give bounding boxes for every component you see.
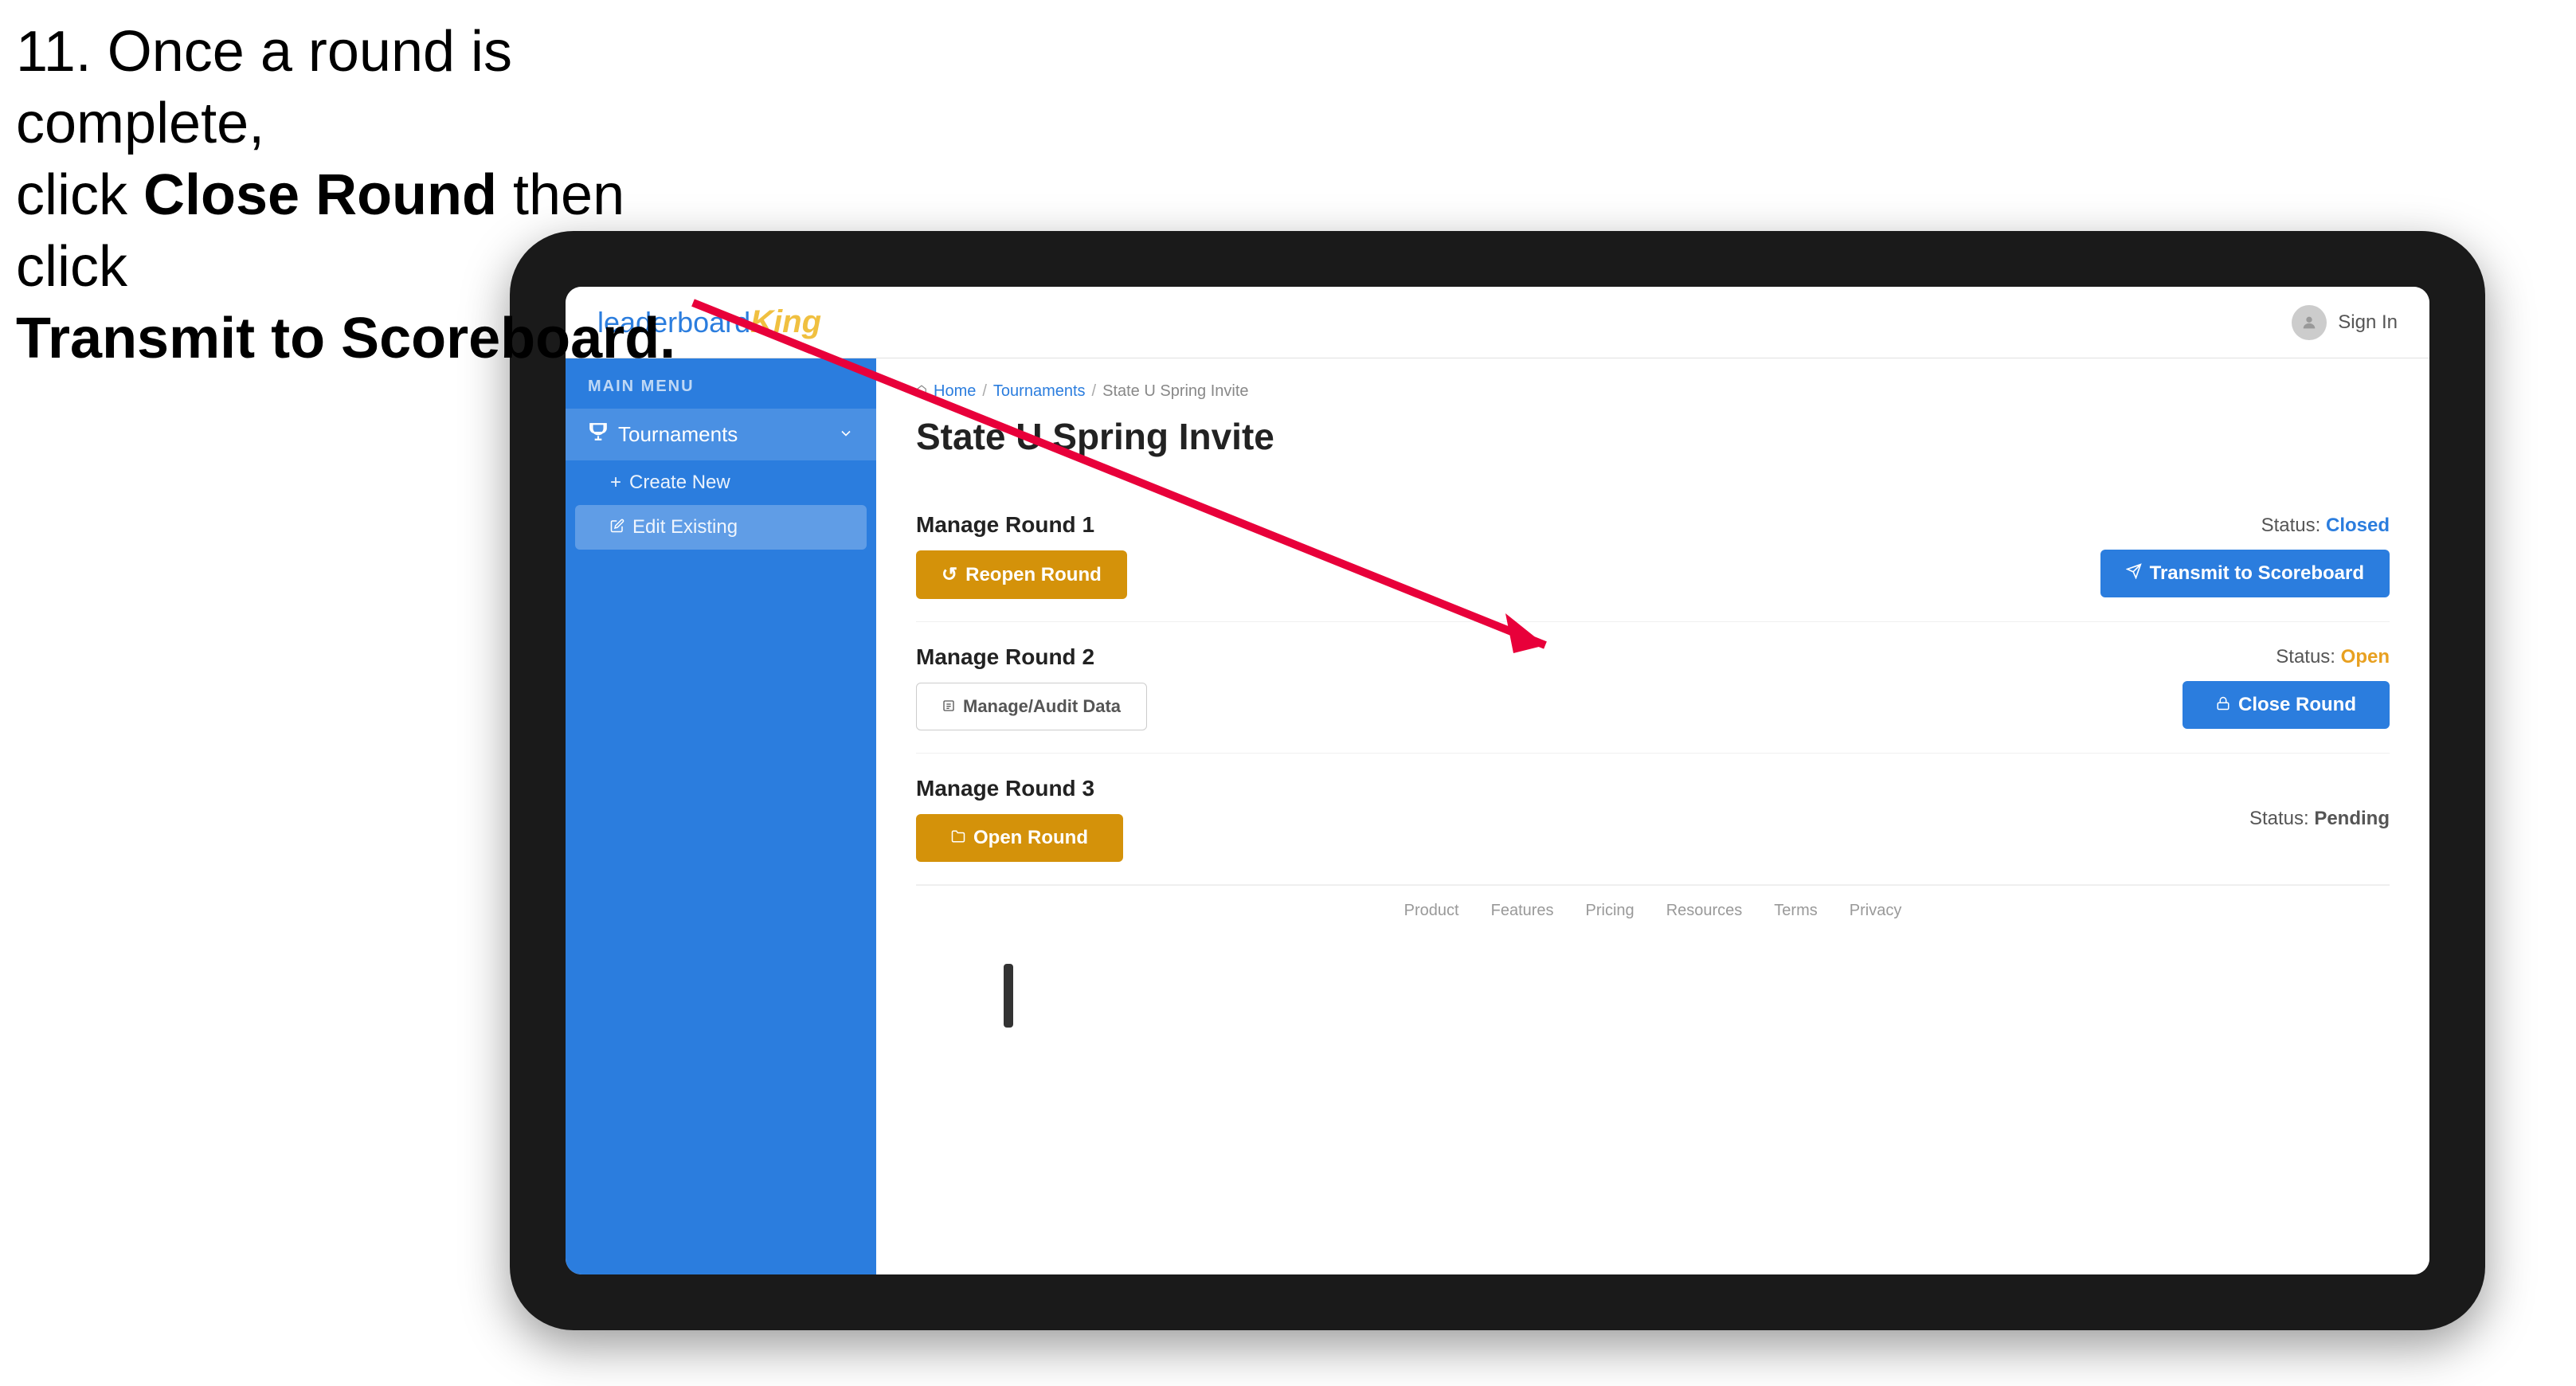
round-1-right: Status: Closed Transmit to Scoreboard — [2100, 515, 2390, 597]
instruction-line2: click — [16, 163, 143, 227]
round-1-status: Status: Closed — [2261, 515, 2390, 537]
footer-features[interactable]: Features — [1491, 902, 1554, 920]
sidebar: MAIN MENU Tournaments — [566, 358, 876, 1274]
sign-in-label[interactable]: Sign In — [2338, 311, 2398, 334]
transmit-icon — [2126, 562, 2142, 585]
round-2-right: Status: Open Close Round — [2183, 646, 2390, 729]
breadcrumb-sep1: / — [982, 382, 987, 401]
manage-audit-label: Manage/Audit Data — [963, 696, 1121, 717]
lock-icon — [2216, 694, 2230, 716]
sidebar-item-left: Tournaments — [588, 421, 738, 448]
sidebar-item-tournaments[interactable]: Tournaments — [566, 409, 876, 460]
footer-terms[interactable]: Terms — [1774, 902, 1817, 920]
instruction-bold2: Transmit to Scoreboard. — [16, 307, 675, 370]
instruction-line1: 11. Once a round is complete, — [16, 20, 512, 155]
sidebar-tournaments-label: Tournaments — [618, 422, 738, 447]
breadcrumb-sep2: / — [1092, 382, 1097, 401]
footer-privacy[interactable]: Privacy — [1850, 902, 1902, 920]
main-content: MAIN MENU Tournaments — [566, 358, 2429, 1274]
tablet-device: leaderboardKing Sign In MAIN MENU — [510, 231, 2485, 1330]
round-3-title: Manage Round 3 — [916, 776, 1123, 801]
page-content: Home / Tournaments / State U Spring Invi… — [876, 358, 2429, 1274]
round-2-title: Manage Round 2 — [916, 644, 1147, 670]
main-menu-label: MAIN MENU — [566, 378, 876, 409]
breadcrumb-tournaments[interactable]: Tournaments — [993, 382, 1086, 401]
round-3-row: Manage Round 3 Open Round St — [916, 754, 2390, 885]
reopen-round-label: Reopen Round — [965, 564, 1102, 586]
tablet-side-button — [1004, 964, 1013, 1028]
round-1-row: Manage Round 1 ↺ Reopen Round Status: Cl… — [916, 490, 2390, 622]
round-1-status-value: Closed — [2326, 515, 2390, 536]
trophy-icon — [588, 421, 609, 448]
sidebar-sub-item-edit-existing[interactable]: Edit Existing — [575, 505, 867, 550]
logo-king: King — [750, 304, 821, 339]
sidebar-sub-item-create-new[interactable]: + Create New — [566, 460, 876, 505]
round-1-left: Manage Round 1 ↺ Reopen Round — [916, 512, 1127, 599]
manage-audit-data-button[interactable]: Manage/Audit Data — [916, 683, 1147, 730]
user-avatar-icon — [2292, 305, 2327, 340]
close-round-label: Close Round — [2238, 694, 2356, 716]
reopen-round-button[interactable]: ↺ Reopen Round — [916, 550, 1127, 599]
transmit-label: Transmit to Scoreboard — [2150, 562, 2364, 585]
tablet-screen: leaderboardKing Sign In MAIN MENU — [566, 287, 2429, 1274]
footer-resources[interactable]: Resources — [1666, 902, 1743, 920]
breadcrumb-current: State U Spring Invite — [1102, 382, 1248, 401]
round-2-row: Manage Round 2 Manage/Audit Data — [916, 622, 2390, 754]
page-title: State U Spring Invite — [916, 415, 2390, 458]
open-round-icon — [951, 827, 965, 849]
round-3-status: Status: Pending — [2249, 808, 2390, 830]
transmit-to-scoreboard-button[interactable]: Transmit to Scoreboard — [2100, 550, 2390, 597]
round-2-status-value: Open — [2341, 646, 2390, 668]
edit-existing-label: Edit Existing — [632, 516, 738, 538]
open-round-button[interactable]: Open Round — [916, 814, 1123, 862]
breadcrumb-home[interactable]: Home — [934, 382, 976, 401]
round-2-left: Manage Round 2 Manage/Audit Data — [916, 644, 1147, 730]
instruction-bold1: Close Round — [143, 163, 497, 227]
round-3-left: Manage Round 3 Open Round — [916, 776, 1123, 862]
footer-pricing[interactable]: Pricing — [1586, 902, 1634, 920]
top-nav: leaderboardKing Sign In — [566, 287, 2429, 358]
sign-in-area[interactable]: Sign In — [2292, 305, 2398, 340]
plus-icon: + — [610, 472, 621, 494]
breadcrumb-icon — [916, 382, 927, 401]
breadcrumb: Home / Tournaments / State U Spring Invi… — [916, 382, 2390, 401]
round-1-title: Manage Round 1 — [916, 512, 1127, 538]
edit-icon — [610, 516, 624, 538]
round-2-status: Status: Open — [2276, 646, 2390, 668]
manage-icon — [942, 696, 955, 717]
open-round-label: Open Round — [973, 827, 1088, 849]
round-3-right: Status: Pending — [2249, 808, 2390, 830]
close-round-button[interactable]: Close Round — [2183, 681, 2390, 729]
chevron-down-icon — [838, 422, 854, 447]
instruction-block: 11. Once a round is complete, click Clos… — [16, 16, 733, 374]
reopen-icon: ↺ — [942, 563, 957, 586]
round-3-status-value: Pending — [2314, 808, 2390, 829]
create-new-label: Create New — [629, 472, 730, 494]
footer-product[interactable]: Product — [1404, 902, 1459, 920]
page-footer: Product Features Pricing Resources Terms… — [916, 885, 2390, 936]
